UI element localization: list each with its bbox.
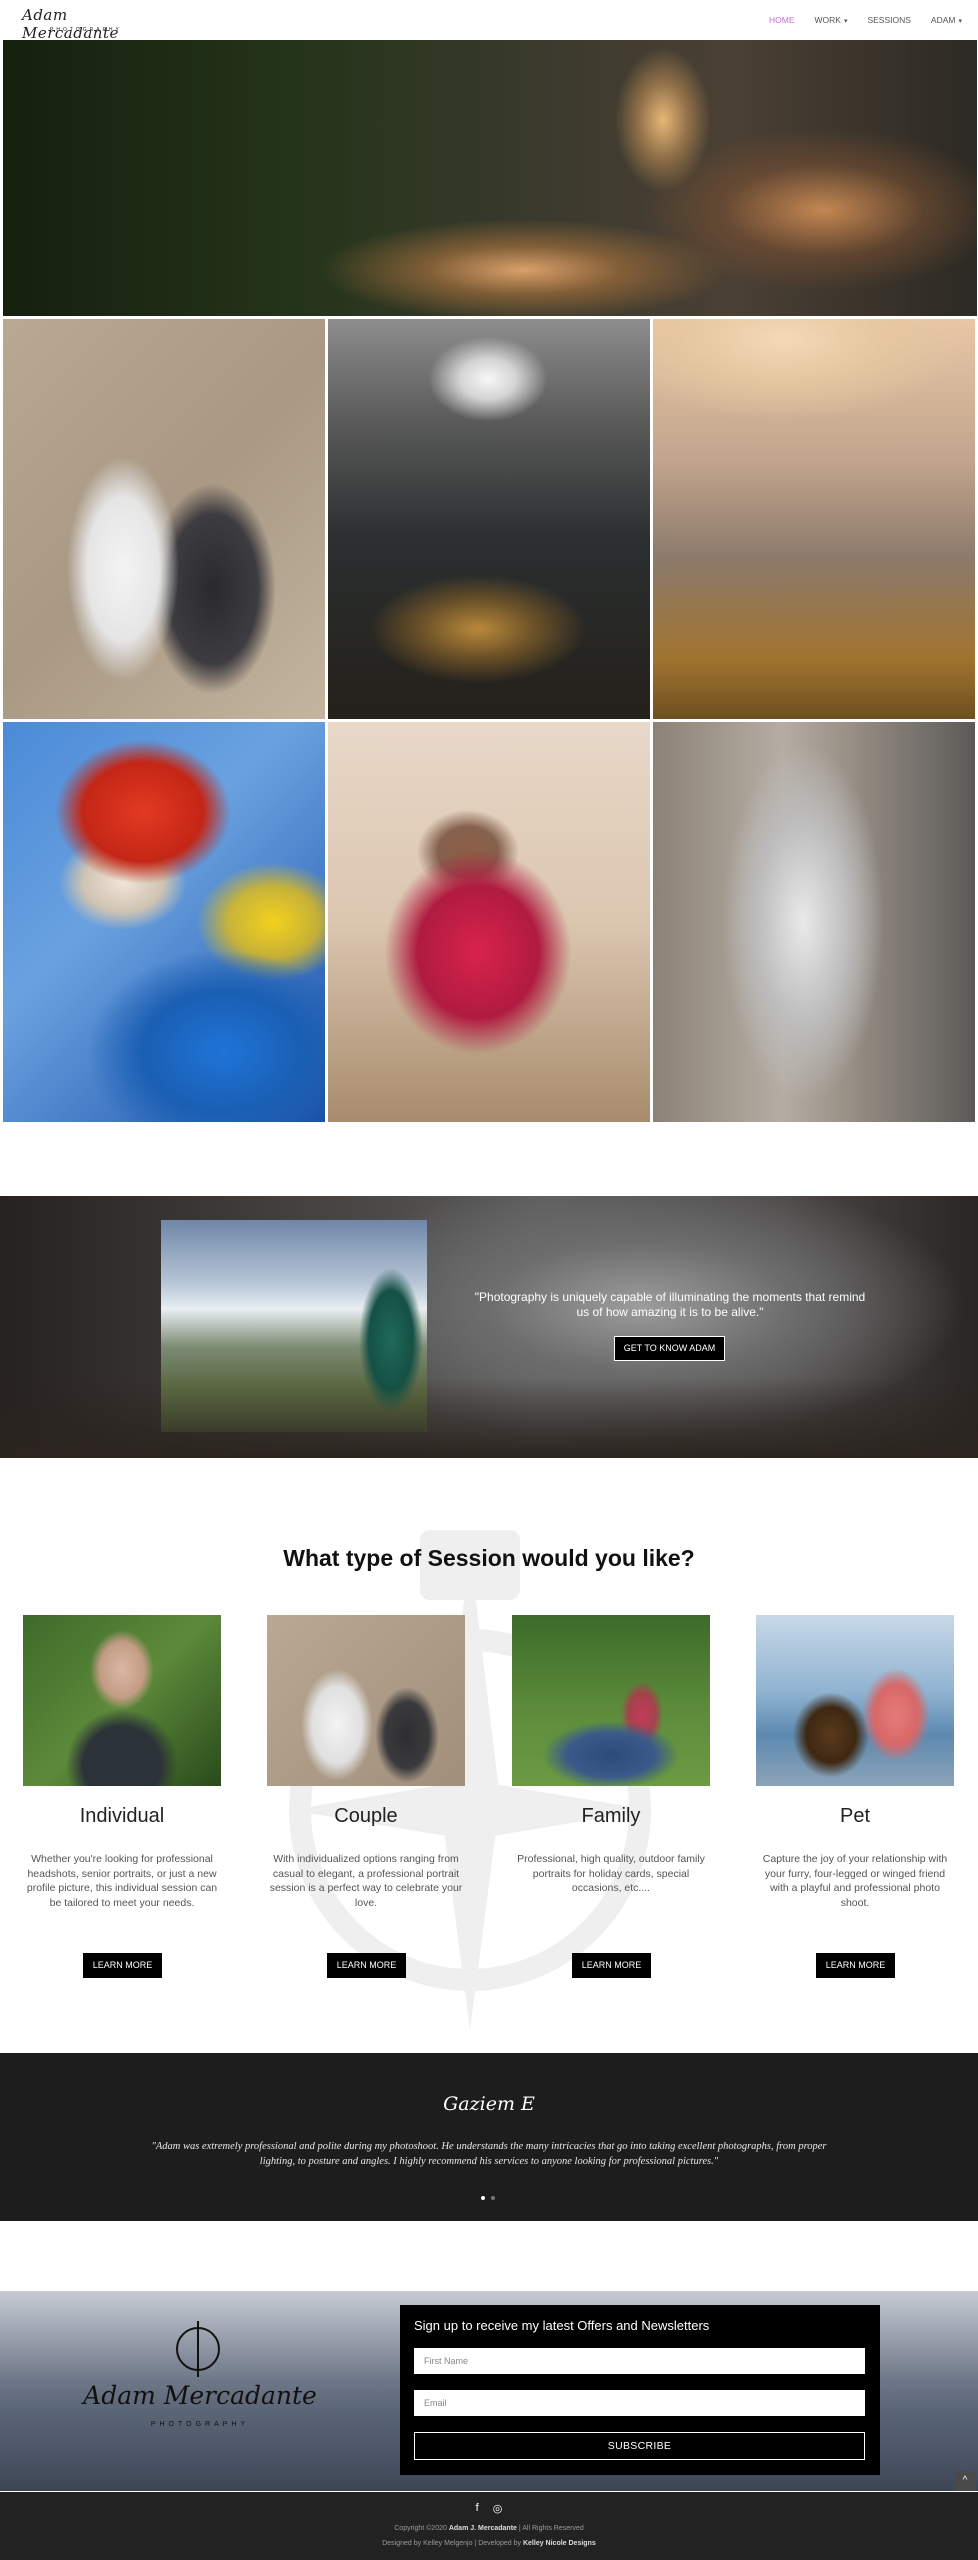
session-card-family: Family Professional, high quality, outdo… — [512, 1615, 710, 1985]
scroll-to-top-button[interactable]: ^ — [955, 2471, 975, 2491]
session-description: Capture the joy of your relationship wit… — [762, 1853, 948, 1909]
gallery-photo-weaver[interactable] — [328, 722, 650, 1122]
social-links: f ◎ — [0, 2502, 978, 2515]
credits-prefix: Designed by Kelley Melgenjo | Developed … — [382, 2540, 522, 2547]
gallery-photo-couple[interactable] — [3, 319, 325, 719]
footer-logo-script: Adam Mercadante — [83, 2381, 317, 2410]
instagram-icon[interactable]: ◎ — [493, 2502, 503, 2515]
session-card-couple: Couple With individualized options rangi… — [267, 1615, 465, 1985]
chevron-down-icon: ▾ — [958, 18, 962, 25]
nav-work-label: WORK — [814, 15, 841, 25]
site-header: Adam Mercadante PHOTOGRAPHY HOME WORK ▾ S… — [0, 0, 978, 42]
testimonial-text: "Adam was extremely professional and pol… — [151, 2141, 827, 2167]
testimonial-slider: Gaziem E "Adam was extremely professiona… — [0, 2053, 978, 2221]
site-footer: f ◎ Copyright ©2020 Adam J. Mercadante |… — [0, 2492, 978, 2560]
nav-home[interactable]: HOME — [769, 15, 795, 25]
gallery-photo-mountain-valley[interactable] — [328, 319, 650, 719]
email-field[interactable] — [414, 2390, 865, 2416]
learn-more-button[interactable]: LEARN MORE — [83, 1953, 162, 1978]
session-name: Family — [581, 1805, 641, 1827]
developer-link[interactable]: Kelley Nicole Designs — [523, 2540, 596, 2547]
session-description: Whether you're looking for professional … — [26, 1853, 218, 1909]
copyright-name: Adam J. Mercadante — [448, 2525, 517, 2532]
session-image-pet[interactable] — [756, 1615, 954, 1786]
band-mountain-shade — [0, 1378, 978, 1458]
gallery-photo-city-hiker[interactable] — [653, 319, 975, 719]
learn-more-button[interactable]: LEARN MORE — [816, 1953, 895, 1978]
get-to-know-adam-button[interactable]: GET TO KNOW ADAM — [614, 1336, 725, 1361]
sessions-title: What type of Session would you like? — [283, 1545, 695, 1571]
credits-line: Designed by Kelley Melgenjo | Developed … — [0, 2540, 978, 2547]
slider-dots — [481, 2196, 495, 2200]
hero-waterfall-photo[interactable] — [3, 40, 977, 316]
compass-icon — [176, 2321, 220, 2377]
chevron-down-icon: ▾ — [843, 18, 848, 25]
slider-dot-2[interactable] — [491, 2196, 495, 2200]
gallery-photo-ice-texture[interactable] — [653, 722, 975, 1122]
learn-more-button[interactable]: LEARN MORE — [327, 1953, 406, 1978]
first-name-field[interactable] — [414, 2348, 865, 2374]
site-logo[interactable]: Adam Mercadante PHOTOGRAPHY — [18, 6, 158, 42]
subscribe-button[interactable]: SUBSCRIBE — [414, 2432, 865, 2460]
session-name: Individual — [79, 1805, 165, 1827]
newsletter-heading: Sign up to receive my latest Offers and … — [414, 2318, 710, 2333]
nav-work[interactable]: WORK ▾ — [814, 15, 847, 25]
copyright-prefix: Copyright ©2020 — [394, 2525, 447, 2532]
footer-logo-subtitle: PHOTOGRAPHY — [150, 2421, 250, 2428]
footer-logo: Adam Mercadante PHOTOGRAPHY — [80, 2321, 320, 2447]
learn-more-button[interactable]: LEARN MORE — [572, 1953, 651, 1978]
newsletter-band: Adam Mercadante PHOTOGRAPHY Sign up to r… — [0, 2291, 978, 2491]
session-image-individual[interactable] — [23, 1615, 221, 1786]
slider-dot-1[interactable] — [481, 2196, 485, 2200]
session-name: Pet — [839, 1805, 871, 1827]
session-image-family[interactable] — [512, 1615, 710, 1786]
main-nav: HOME WORK ▾ SESSIONS ADAM ▾ — [769, 15, 962, 25]
nav-adam-label: ADAM — [930, 15, 956, 25]
session-image-couple[interactable] — [267, 1615, 465, 1786]
testimonial-author: Gaziem E — [443, 2093, 535, 2115]
session-card-pet: Pet Capture the joy of your relationship… — [756, 1615, 954, 1985]
logo-script: Adam Mercadante — [22, 6, 119, 42]
copyright-suffix: | All Rights Reserved — [518, 2525, 584, 2532]
logo-subtitle: PHOTOGRAPHY — [50, 27, 122, 33]
session-description: Professional, high quality, outdoor fami… — [517, 1853, 705, 1894]
session-description: With individualized options ranging from… — [269, 1853, 463, 1909]
facebook-icon[interactable]: f — [476, 2502, 479, 2515]
quote-band: "Photography is uniquely capable of illu… — [0, 1196, 978, 1458]
newsletter-form: Sign up to receive my latest Offers and … — [400, 2305, 880, 2475]
session-card-individual: Individual Whether you're looking for pr… — [23, 1615, 221, 1985]
copyright-line: Copyright ©2020 Adam J. Mercadante | All… — [0, 2525, 978, 2532]
nav-sessions[interactable]: SESSIONS — [867, 15, 910, 25]
photography-quote: "Photography is uniquely capable of illu… — [474, 1290, 866, 1319]
session-name: Couple — [334, 1805, 398, 1827]
nav-adam[interactable]: ADAM ▾ — [931, 15, 962, 25]
gallery-photo-macaw[interactable] — [3, 722, 325, 1122]
adam-portrait-photo — [161, 1220, 427, 1432]
